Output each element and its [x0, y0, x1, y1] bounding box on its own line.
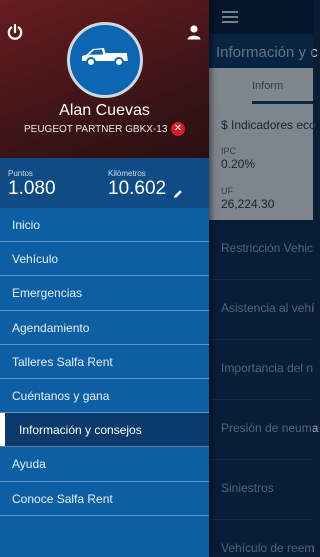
truck-icon [82, 48, 128, 67]
menu-item-inicio[interactable]: Inicio [0, 208, 209, 243]
stats-bar: Puntos 1.080 Kilómetros 10.602 [0, 158, 209, 208]
menu-item-cuentanos[interactable]: Cuéntanos y gana [0, 379, 209, 414]
menu-item-talleres[interactable]: Talleres Salfa Rent [0, 345, 209, 379]
close-icon[interactable]: ✕ [171, 122, 185, 136]
avatar[interactable] [67, 22, 143, 98]
menu-item-informacion[interactable]: Información y consejos [0, 413, 209, 448]
drawer-menu: Inicio Vehículo Emergencias Agendamiento… [0, 208, 209, 516]
vehicle-row: PEUGEOT PARTNER GBKX-13 ✕ [0, 122, 209, 138]
km-label: Kilómetros [108, 169, 146, 178]
power-icon[interactable] [6, 23, 24, 41]
points-label: Puntos [8, 169, 33, 178]
menu-item-vehiculo[interactable]: Vehículo [0, 242, 209, 277]
vehicle-name[interactable]: PEUGEOT PARTNER GBKX-13 [24, 124, 167, 135]
user-name: Alan Cuevas [59, 102, 150, 119]
menu-item-conoce[interactable]: Conoce Salfa Rent [0, 482, 209, 516]
menu-item-ayuda[interactable]: Ayuda [0, 447, 209, 482]
pencil-icon[interactable] [173, 186, 183, 198]
km-value: 10.602 [108, 178, 167, 199]
menu-item-agendamiento[interactable]: Agendamiento [0, 311, 209, 345]
user-icon[interactable] [186, 24, 202, 40]
menu-item-emergencias[interactable]: Emergencias [0, 276, 209, 311]
navigation-drawer: Alan Cuevas PEUGEOT PARTNER GBKX-13 ✕ Pu… [0, 0, 209, 557]
points-value: 1.080 [8, 178, 56, 199]
